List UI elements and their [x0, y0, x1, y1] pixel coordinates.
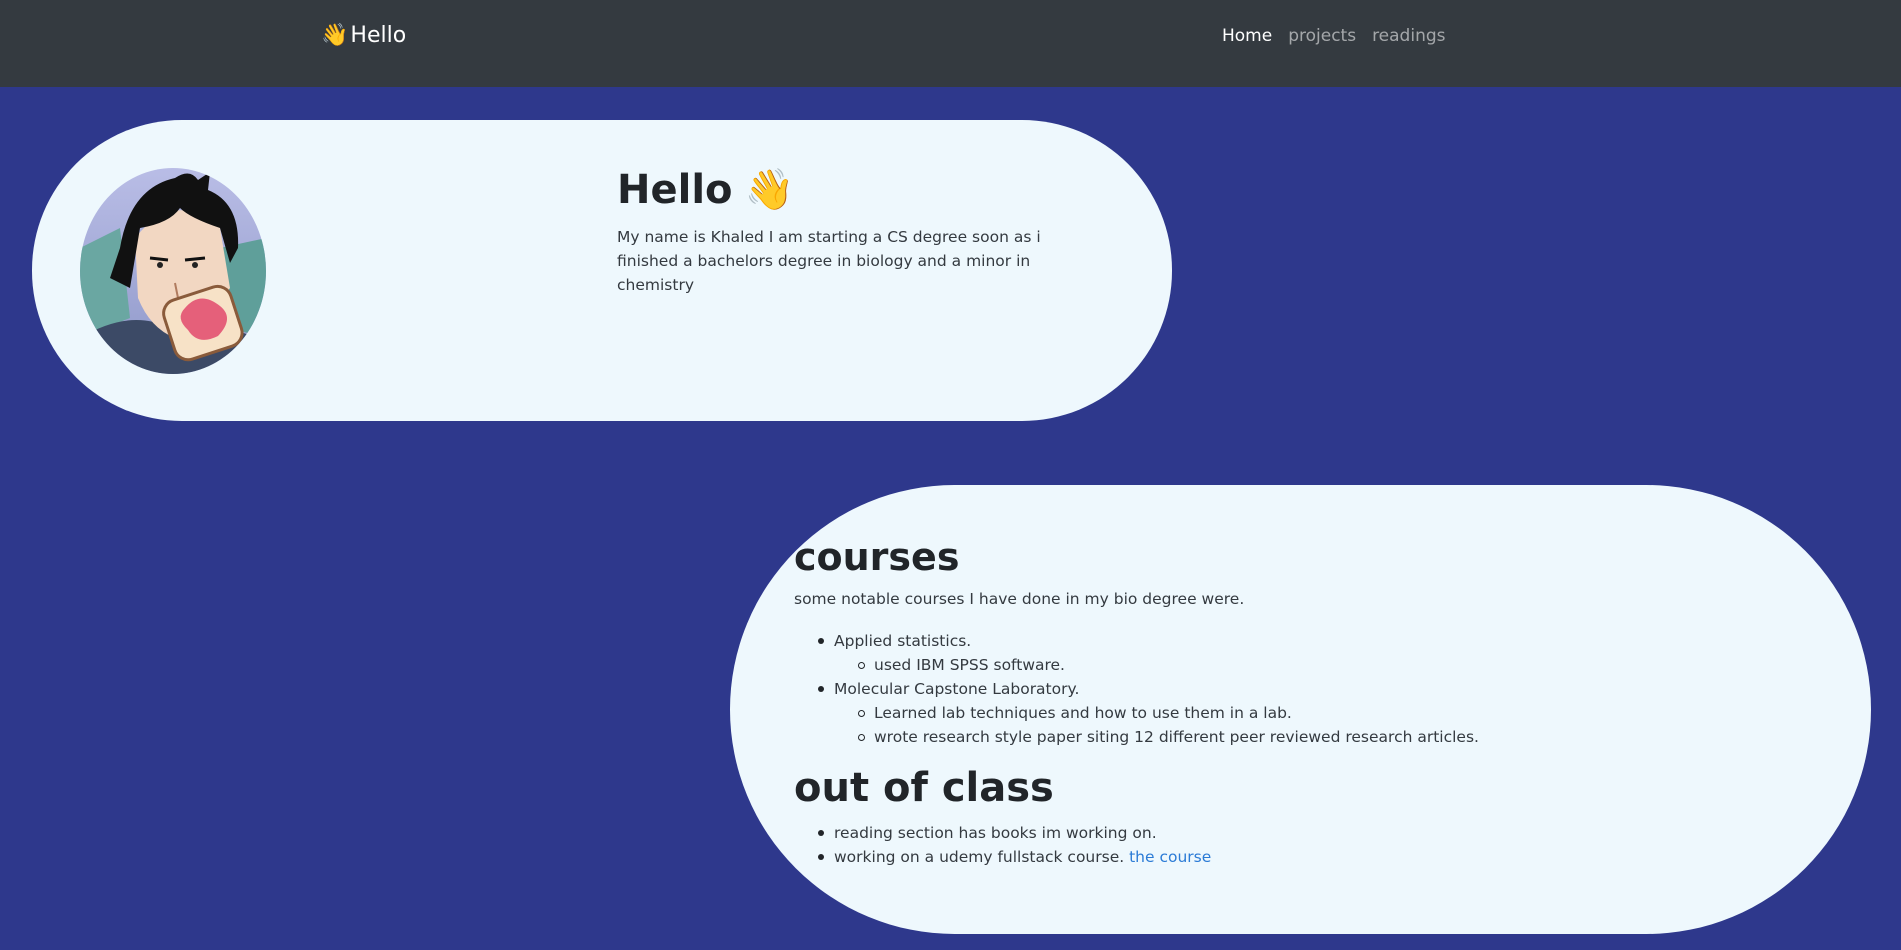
- course-label: Applied statistics.: [834, 632, 972, 650]
- waving-hand-icon: 👋: [744, 167, 795, 213]
- hello-title-text: Hello: [617, 166, 733, 213]
- out-item-text: working on a udemy fullstack course.: [834, 848, 1125, 866]
- bullet-circle: [858, 734, 865, 741]
- list-item: working on a udemy fullstack course. the…: [818, 845, 1211, 869]
- courses-list: Applied statistics. used IBM SPSS softwa…: [818, 629, 1479, 749]
- courses-intro: some notable courses I have done in my b…: [794, 590, 1245, 608]
- nav-link-projects[interactable]: projects: [1288, 26, 1356, 46]
- avatar: [80, 168, 266, 374]
- out-of-class-list: reading section has books im working on.…: [818, 821, 1211, 869]
- list-item: used IBM SPSS software.: [834, 653, 1479, 677]
- list-item: Applied statistics.: [818, 629, 1479, 653]
- course-detail: wrote research style paper siting 12 dif…: [874, 728, 1479, 746]
- bullet-disc: [818, 638, 824, 644]
- list-item: wrote research style paper siting 12 dif…: [834, 725, 1479, 749]
- list-item: Molecular Capstone Laboratory.: [818, 677, 1479, 701]
- nav-link-home[interactable]: Home: [1222, 26, 1272, 46]
- bullet-disc: [818, 830, 824, 836]
- intro-text: My name is Khaled I am starting a CS deg…: [617, 228, 1041, 294]
- nav-links: Home projects readings: [1222, 26, 1446, 46]
- out-item-text: reading section has books im working on.: [834, 824, 1157, 842]
- course-label: Molecular Capstone Laboratory.: [834, 680, 1080, 698]
- bullet-disc: [818, 686, 824, 692]
- bullet-circle: [858, 710, 865, 717]
- brand-link[interactable]: 👋 Hello: [321, 23, 406, 48]
- bullet-circle: [858, 662, 865, 669]
- course-detail: Learned lab techniques and how to use th…: [874, 704, 1292, 722]
- out-of-class-heading: out of class: [794, 765, 1054, 811]
- list-item: Learned lab techniques and how to use th…: [834, 701, 1479, 725]
- courses-heading: courses: [794, 535, 960, 579]
- nav-link-readings[interactable]: readings: [1372, 26, 1445, 46]
- bullet-disc: [818, 854, 824, 860]
- avatar-illustration: [80, 168, 266, 374]
- navbar: 👋 Hello Home projects readings: [0, 0, 1901, 87]
- brand-text: Hello: [350, 23, 407, 48]
- list-item: reading section has books im working on.: [818, 821, 1211, 845]
- course-link[interactable]: the course: [1129, 848, 1211, 866]
- waving-hand-icon: 👋: [321, 23, 349, 48]
- hello-title: Hello 👋: [617, 166, 795, 214]
- course-detail: used IBM SPSS software.: [874, 656, 1065, 674]
